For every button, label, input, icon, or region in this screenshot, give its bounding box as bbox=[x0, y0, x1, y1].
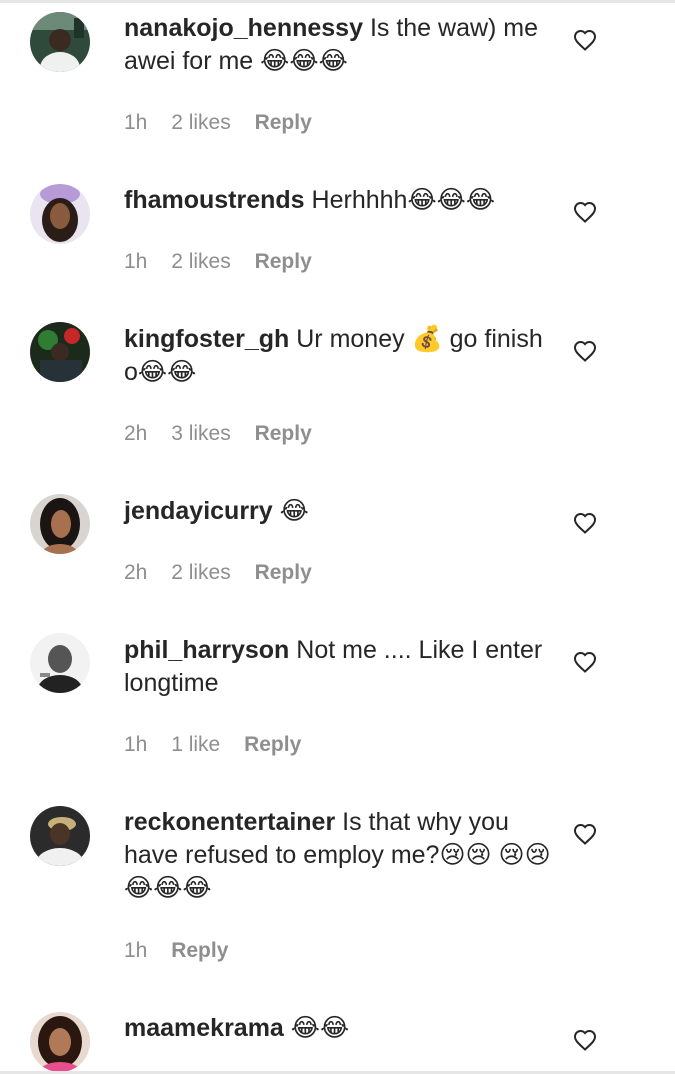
avatar[interactable] bbox=[30, 1012, 90, 1072]
comment-time: 2h bbox=[124, 561, 148, 584]
reply-button[interactable]: Reply bbox=[255, 250, 312, 273]
reply-button[interactable]: Reply bbox=[244, 733, 301, 756]
comment-time: 2h bbox=[124, 422, 148, 445]
comment-meta: 2h 3 likes Reply bbox=[124, 422, 330, 446]
comment-body: jendayicurry 😂 bbox=[124, 495, 552, 528]
comment-time: 1h bbox=[124, 939, 148, 962]
top-divider bbox=[0, 0, 675, 3]
comment-likes[interactable]: 1 like bbox=[171, 733, 220, 756]
comment-meta: 2h 2 likes Reply bbox=[124, 561, 330, 585]
comment-body: reckonentertainer Is that why you have r… bbox=[124, 806, 552, 905]
heart-outline-icon[interactable] bbox=[573, 340, 597, 362]
comment-username[interactable]: fhamoustrends bbox=[124, 186, 305, 214]
comment-body: nanakojo_hennessy Is the waw) me awei fo… bbox=[124, 12, 552, 78]
reply-button[interactable]: Reply bbox=[255, 111, 312, 134]
comment-time: 1h bbox=[124, 733, 148, 756]
comment-text: 😂😂 bbox=[290, 1014, 350, 1042]
avatar[interactable] bbox=[30, 12, 90, 72]
avatar[interactable] bbox=[30, 184, 90, 244]
comment-meta: 1h 2 likes Reply bbox=[124, 111, 330, 135]
heart-outline-icon[interactable] bbox=[573, 651, 597, 673]
comment-likes[interactable]: 2 likes bbox=[171, 561, 231, 584]
comment-body: maamekrama 😂😂 bbox=[124, 1012, 552, 1045]
comment-likes[interactable]: 2 likes bbox=[171, 250, 231, 273]
avatar[interactable] bbox=[30, 633, 90, 693]
heart-outline-icon[interactable] bbox=[573, 823, 597, 845]
comment-meta: 1h 2 likes Reply bbox=[124, 250, 330, 274]
avatar[interactable] bbox=[30, 322, 90, 382]
avatar[interactable] bbox=[30, 806, 90, 866]
comment-username[interactable]: nanakojo_hennessy bbox=[124, 14, 363, 42]
comment-time: 1h bbox=[124, 250, 148, 273]
reply-button[interactable]: Reply bbox=[255, 422, 312, 445]
comment-likes[interactable]: 2 likes bbox=[171, 111, 231, 134]
comment-meta: 1h Reply bbox=[124, 939, 246, 963]
comment-likes[interactable]: 3 likes bbox=[171, 422, 231, 445]
reply-button[interactable]: Reply bbox=[255, 561, 312, 584]
comment-meta: 1h 1 like Reply bbox=[124, 733, 319, 757]
reply-button[interactable]: Reply bbox=[171, 939, 228, 962]
comment-username[interactable]: jendayicurry bbox=[124, 497, 273, 525]
heart-outline-icon[interactable] bbox=[573, 512, 597, 534]
avatar[interactable] bbox=[30, 494, 90, 554]
heart-outline-icon[interactable] bbox=[573, 29, 597, 51]
comment-text: Herhhhh😂😂😂 bbox=[311, 186, 496, 214]
comment-text: 😂 bbox=[279, 497, 309, 525]
comment-username[interactable]: kingfoster_gh bbox=[124, 325, 289, 353]
heart-outline-icon[interactable] bbox=[573, 201, 597, 223]
comment-username[interactable]: maamekrama bbox=[124, 1014, 284, 1042]
comment-body: fhamoustrends Herhhhh😂😂😂 bbox=[124, 184, 552, 217]
comment-body: kingfoster_gh Ur money 💰 go finish o😂😂 bbox=[124, 323, 552, 389]
heart-outline-icon[interactable] bbox=[573, 1029, 597, 1051]
comment-time: 1h bbox=[124, 111, 148, 134]
comment-username[interactable]: reckonentertainer bbox=[124, 808, 335, 836]
comment-body: phil_harryson Not me .... Like I enter l… bbox=[124, 634, 552, 700]
comment-username[interactable]: phil_harryson bbox=[124, 636, 289, 664]
